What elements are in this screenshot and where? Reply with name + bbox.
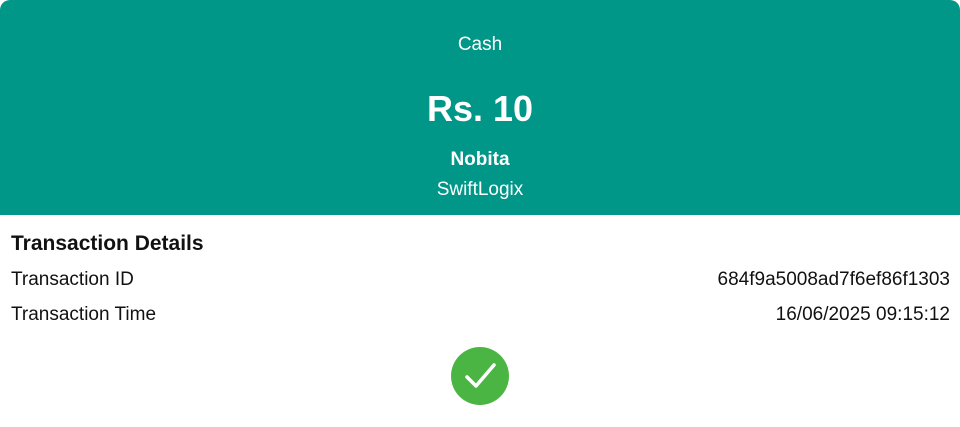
success-check-icon <box>451 347 509 405</box>
receipt-header: Cash Rs. 10 Nobita SwiftLogix <box>0 0 960 215</box>
transaction-time-label: Transaction Time <box>11 304 157 325</box>
transaction-time-row: Transaction Time 16/06/2025 09:15:12 <box>11 304 950 326</box>
transaction-time-value: 16/06/2025 09:15:12 <box>775 304 950 325</box>
transaction-id-label: Transaction ID <box>11 269 134 290</box>
transaction-id-value: 684f9a5008ad7f6ef86f1303 <box>717 269 950 290</box>
amount: Rs. 10 <box>426 88 534 129</box>
transaction-receipt: Cash Rs. 10 Nobita SwiftLogix Transactio… <box>0 0 960 427</box>
company-name: SwiftLogix <box>436 179 524 200</box>
payer-name: Nobita <box>450 149 510 170</box>
details-title: Transaction Details <box>11 232 204 255</box>
payment-method: Cash <box>457 34 503 55</box>
transaction-id-row: Transaction ID 684f9a5008ad7f6ef86f1303 <box>11 269 950 291</box>
